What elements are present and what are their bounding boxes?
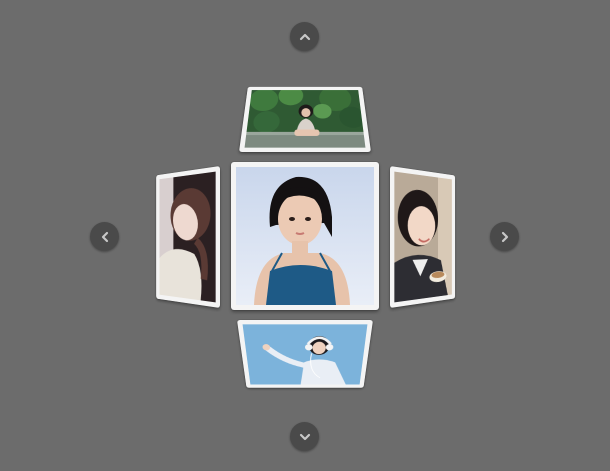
chevron-right-icon [501, 231, 508, 242]
photo-carousel [0, 0, 610, 471]
nav-down-button[interactable] [290, 422, 319, 451]
chevron-up-icon [299, 33, 310, 40]
photo-girl-sitting-outdoors [244, 90, 366, 148]
photo-card-center[interactable] [231, 162, 379, 310]
photo-girl-with-headphones [242, 324, 368, 385]
nav-up-button[interactable] [290, 22, 319, 51]
photo-girl-with-head-tilted [159, 171, 216, 303]
chevron-down-icon [299, 433, 310, 440]
photo-girl-smiling-with-coffee [394, 171, 452, 303]
chevron-left-icon [101, 231, 108, 242]
photo-card-left[interactable] [156, 166, 220, 308]
nav-left-button[interactable] [90, 222, 119, 251]
photo-card-bottom[interactable] [237, 320, 373, 388]
photo-card-right[interactable] [390, 166, 456, 308]
nav-right-button[interactable] [490, 222, 519, 251]
photo-girl-in-blue-top [236, 167, 374, 305]
photo-card-top[interactable] [239, 86, 371, 152]
